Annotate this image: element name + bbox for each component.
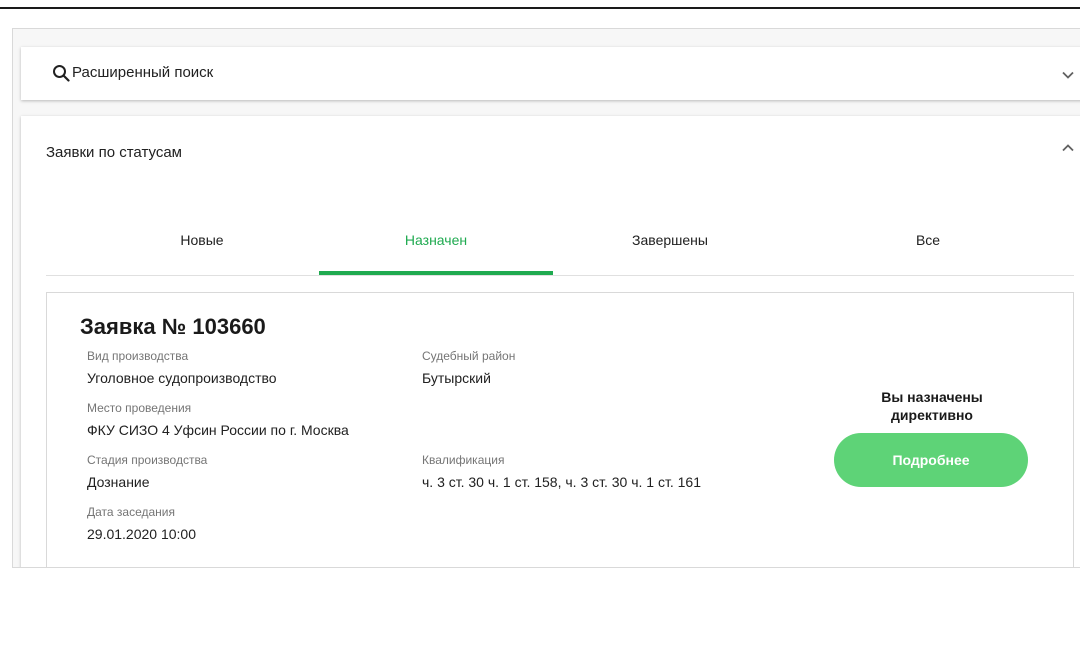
request-title: Заявка № 103660	[80, 314, 266, 339]
request-card: Заявка № 103660 Вид производства Уголовн…	[46, 292, 1074, 567]
status-panel-title[interactable]: Заявки по статусам	[46, 143, 182, 163]
proceeding-type-label: Вид производства	[87, 349, 189, 363]
search-icon	[53, 65, 70, 82]
tab-new[interactable]: Новые	[85, 226, 319, 275]
venue-label: Место проведения	[87, 401, 192, 415]
advanced-search-panel[interactable]: Расширенный поиск	[21, 47, 1080, 100]
session-date-label: Дата заседания	[87, 505, 175, 519]
window-top-border	[0, 0, 1080, 9]
requests-by-status-panel: Заявки по статусам Новые Назначен Заверш…	[21, 116, 1080, 567]
court-district-label: Судебный район	[422, 349, 516, 363]
tab-assigned[interactable]: Назначен	[319, 226, 553, 275]
stage-label: Стадия производства	[87, 453, 208, 467]
qualification-value: ч. 3 ст. 30 ч. 1 ст. 158, ч. 3 ст. 30 ч.…	[422, 474, 701, 490]
tab-all[interactable]: Все	[811, 226, 1045, 275]
venue-value: ФКУ СИЗО 4 Уфсин России по г. Москва	[87, 422, 349, 438]
session-date-value: 29.01.2020 10:00	[87, 526, 196, 542]
stage-value: Дознание	[87, 474, 150, 490]
advanced-search-label: Расширенный поиск	[72, 64, 214, 81]
assignment-note: Вы назначены директивно	[881, 389, 983, 423]
chevron-up-icon[interactable]	[1061, 141, 1075, 155]
status-tabs: Новые Назначен Завершены Все	[46, 226, 1074, 276]
chevron-down-icon[interactable]	[1061, 68, 1075, 82]
qualification-label: Квалификация	[422, 453, 505, 467]
active-tab-indicator	[319, 271, 553, 275]
court-district-value: Бутырский	[422, 370, 491, 386]
proceeding-type-value: Уголовное судопроизводство	[87, 370, 277, 386]
tab-completed[interactable]: Завершены	[553, 226, 787, 275]
details-button[interactable]: Подробнее	[834, 433, 1028, 487]
content-frame: Расширенный поиск Заявки по статусам Нов…	[12, 28, 1080, 568]
